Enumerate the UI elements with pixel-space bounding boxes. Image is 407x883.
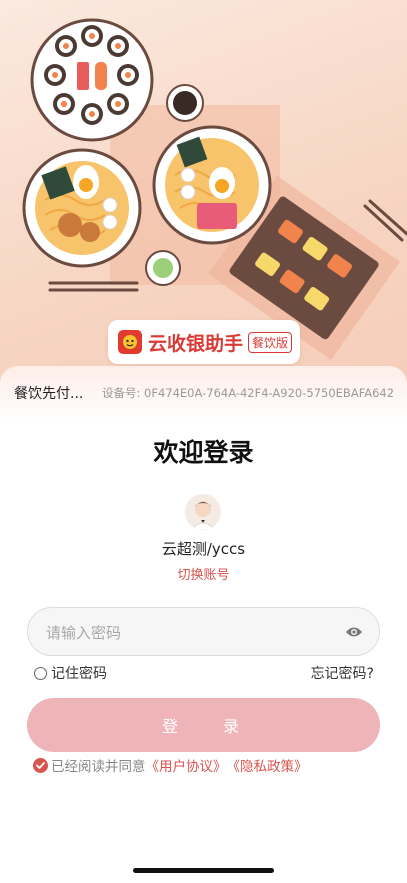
ramen-bowl-left [22,148,142,268]
home-indicator [133,868,274,873]
user-agreement-link[interactable]: 《用户协议》 [146,755,227,775]
login-button[interactable]: 登 录 [27,698,380,752]
brand-name: 云收银助手 [148,332,244,355]
password-input[interactable] [44,608,338,657]
agreement-prefix: 已经阅读并同意 [51,759,146,775]
switch-account-link[interactable]: 切换账号 [0,564,407,583]
avatar [185,494,221,530]
sushi-plate [30,18,154,142]
forgot-password-link[interactable]: 忘记密码? [311,663,374,683]
store-info: 餐饮先付... 设备号: 0F474E0A-764A-42F4-A920-575… [14,383,394,403]
agreement-row: 已经阅读并同意 《用户协议》 《隐私政策》 [33,755,308,775]
eye-icon[interactable] [345,623,363,641]
brand-edition-tag: 餐饮版 [248,331,293,353]
brand-logo-icon [118,330,142,354]
store-name: 餐饮先付... [14,386,84,402]
brand-badge: 云收银助手 餐饮版 [108,320,300,364]
remember-password-option[interactable]: 记住密码 [34,663,107,683]
privacy-policy-link[interactable]: 《隐私政策》 [227,755,308,775]
page-title: 欢迎登录 [153,438,254,467]
remember-password-label: 记住密码 [51,666,107,682]
device-id: 设备号: 0F474E0A-764A-42F4-A920-5750EBAFA64… [102,386,395,400]
password-field[interactable] [27,607,380,657]
account-name: 云超测/yccs [161,540,246,558]
ramen-bowl-right [152,125,272,245]
remember-password-radio[interactable] [34,666,47,680]
check-icon[interactable] [33,757,48,773]
